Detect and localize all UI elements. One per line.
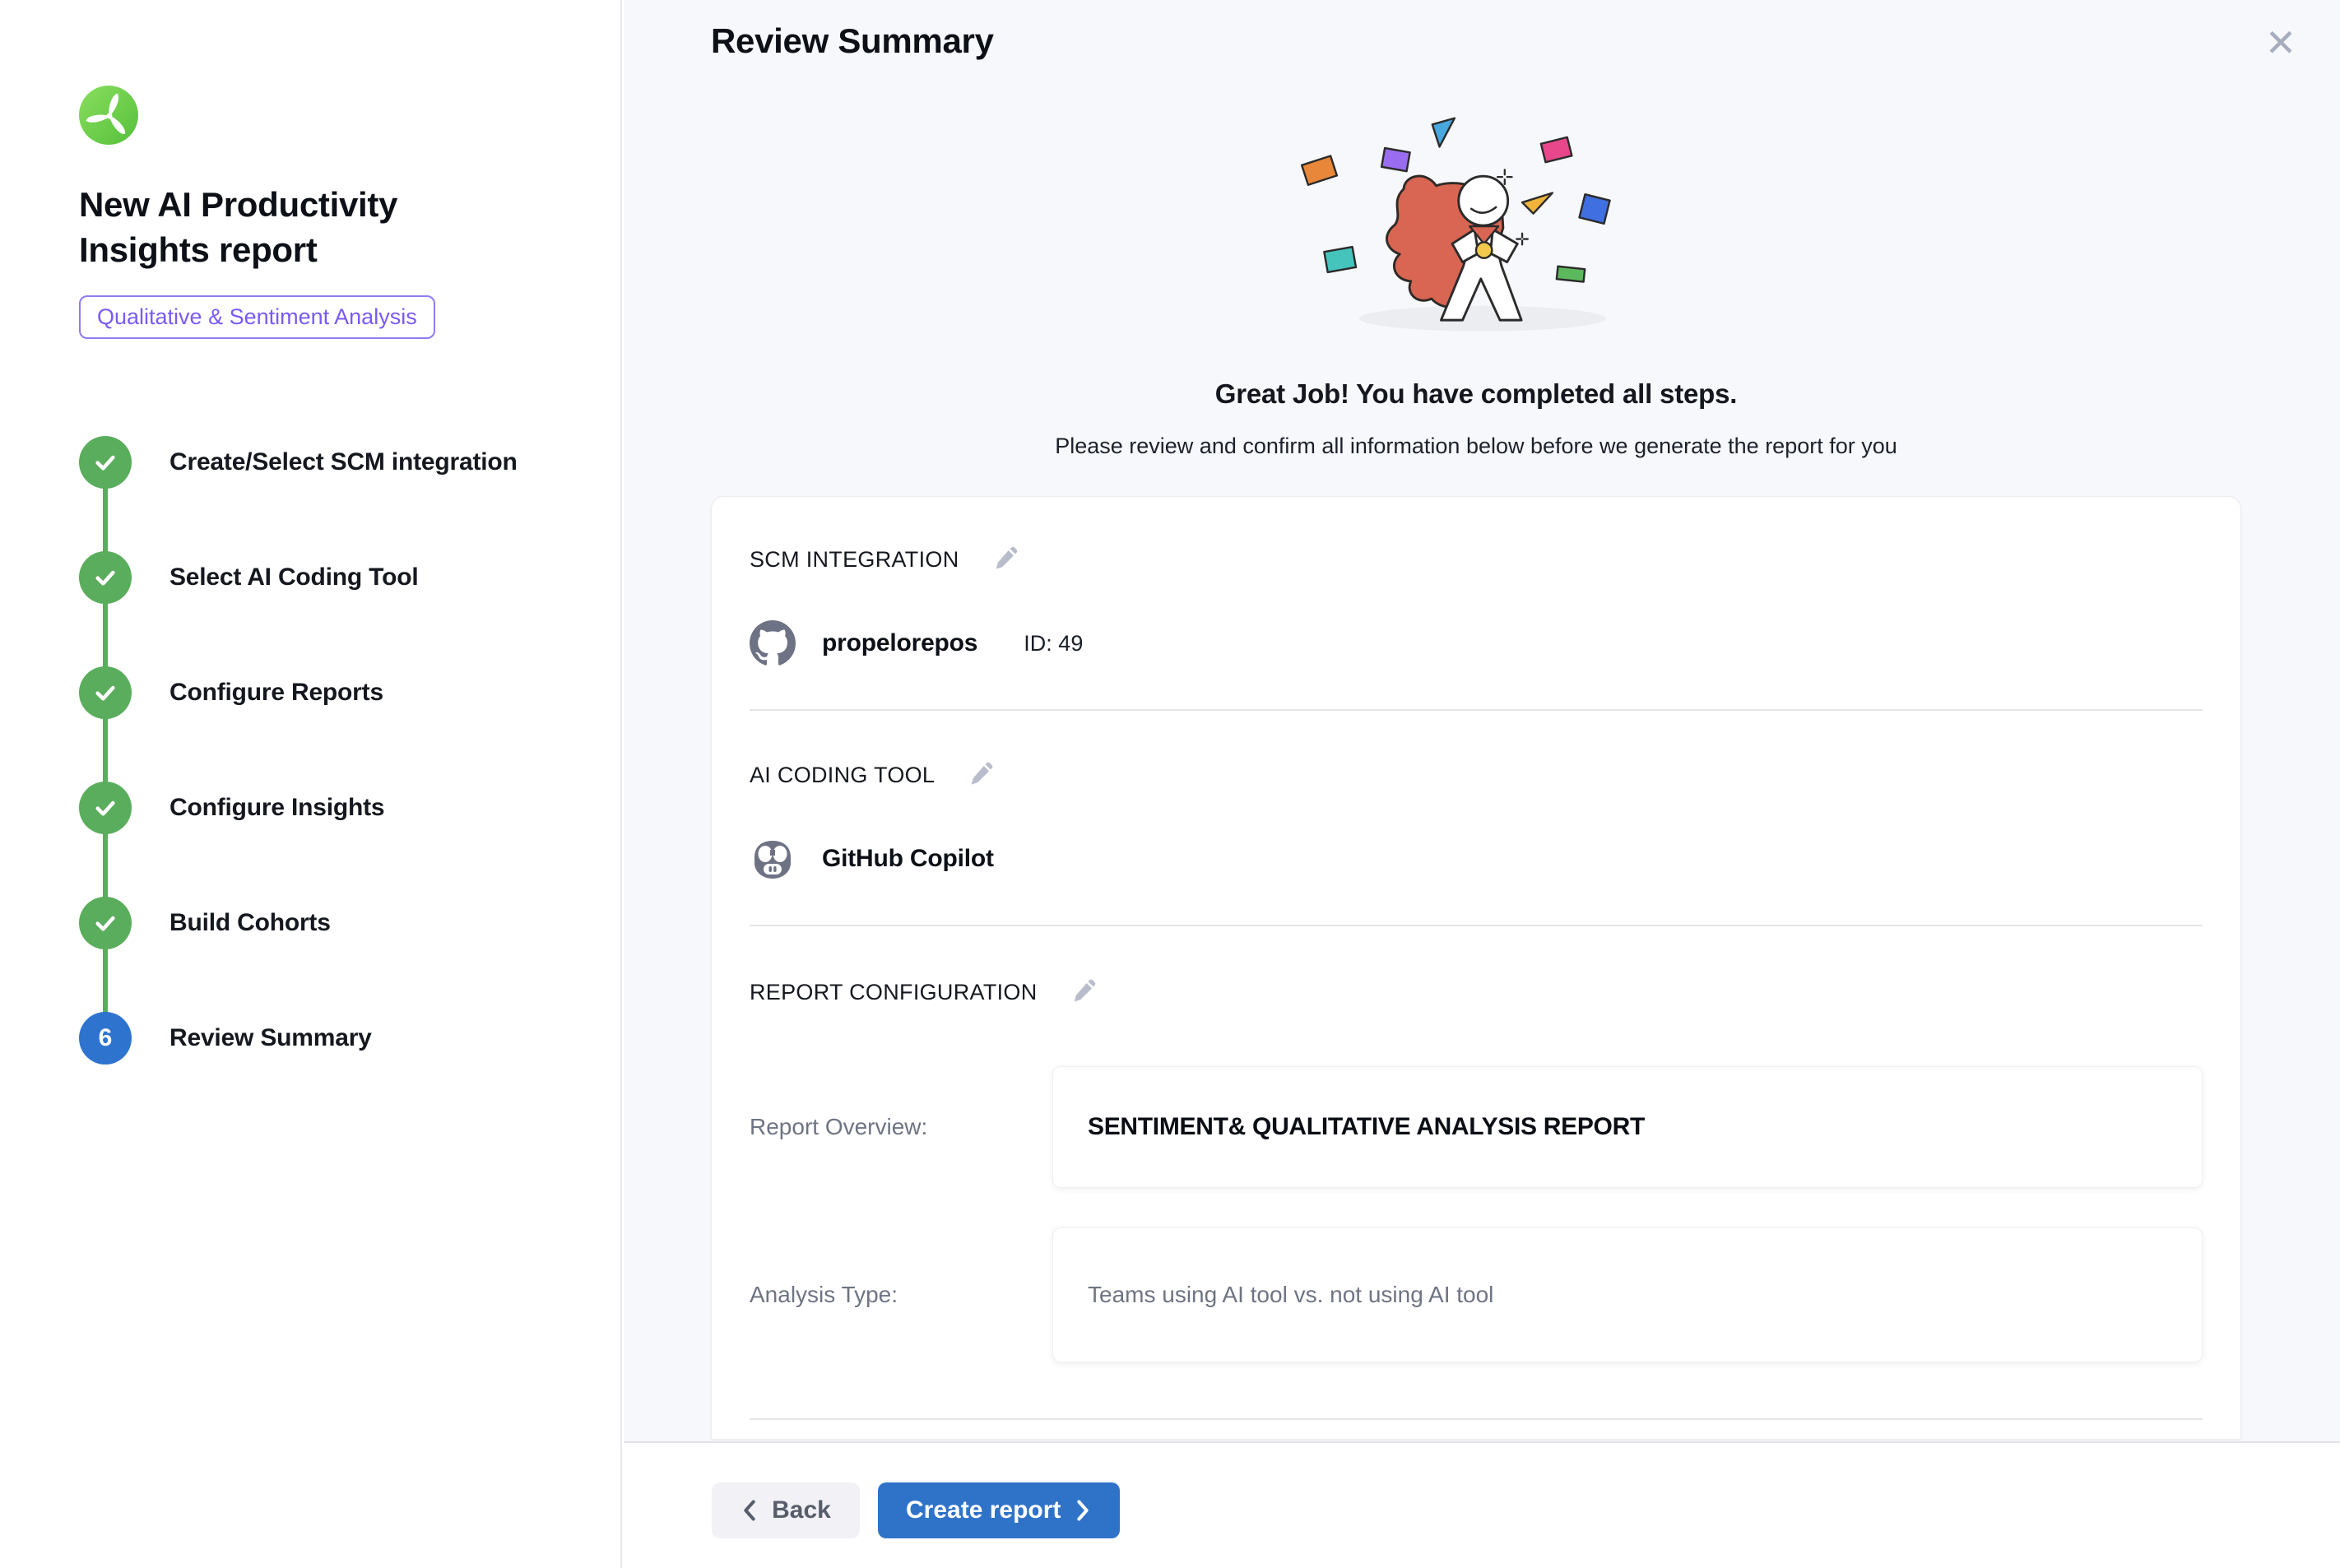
chevron-right-icon xyxy=(1074,1499,1092,1522)
page-title: Review Summary xyxy=(711,21,994,61)
propeller-logo xyxy=(79,86,138,145)
analysis-type-value-card: Teams using AI tool vs. not using AI too… xyxy=(1052,1227,2203,1362)
wizard-screen: New AI Productivity Insights report Qual… xyxy=(0,0,2340,1568)
ai-tool-section-header: AI CODING TOOL xyxy=(750,760,2203,790)
scm-integration-name: propelorepos xyxy=(822,629,977,657)
scm-integration-row: propelorepos ID: 49 xyxy=(750,620,2203,666)
wizard-title: New AI Productivity Insights report xyxy=(79,183,507,272)
report-config-section-header: REPORT CONFIGURATION xyxy=(750,977,2203,1007)
wizard-footer: Back Create report xyxy=(624,1441,2340,1568)
create-report-button[interactable]: Create report xyxy=(878,1482,1120,1538)
check-icon xyxy=(79,782,132,834)
step-review-summary[interactable]: 6 Review Summary xyxy=(79,981,571,1096)
section-divider xyxy=(750,1418,2203,1420)
step-build-cohorts[interactable]: Build Cohorts xyxy=(79,865,571,981)
github-copilot-icon xyxy=(750,836,796,882)
edit-pencil-icon[interactable] xyxy=(991,545,1019,573)
section-divider xyxy=(750,709,2203,711)
check-icon xyxy=(79,436,132,489)
scm-section-header: SCM INTEGRATION xyxy=(750,545,2203,574)
report-overview-label: Report Overview: xyxy=(750,1114,1052,1140)
check-icon xyxy=(79,551,132,604)
step-configure-reports[interactable]: Configure Reports xyxy=(79,635,571,750)
chevron-left-icon xyxy=(741,1499,759,1522)
back-button[interactable]: Back xyxy=(712,1482,860,1538)
ai-tool-name: GitHub Copilot xyxy=(822,845,994,873)
stepper: Create/Select SCM integration Select AI … xyxy=(79,405,571,1096)
report-overview-value: SENTIMENT& QUALITATIVE ANALYSIS REPORT xyxy=(1088,1113,1645,1141)
edit-pencil-icon[interactable] xyxy=(966,761,994,789)
ai-tool-section-label: AI CODING TOOL xyxy=(750,763,935,788)
step-ai-coding-tool[interactable]: Select AI Coding Tool xyxy=(79,520,571,635)
check-icon xyxy=(79,897,132,949)
congrats-heading: Great Job! You have completed all steps. xyxy=(711,378,2241,410)
celebration-hero-illustration xyxy=(711,109,2241,351)
report-overview-value-card: SENTIMENT& QUALITATIVE ANALYSIS REPORT xyxy=(1052,1066,2203,1188)
edit-pencil-icon[interactable] xyxy=(1069,978,1097,1006)
section-divider xyxy=(750,925,2203,926)
scm-section-label: SCM INTEGRATION xyxy=(750,547,959,573)
step-configure-insights[interactable]: Configure Insights xyxy=(79,750,571,865)
report-config-section-label: REPORT CONFIGURATION xyxy=(750,980,1038,1005)
analysis-type-label: Analysis Type: xyxy=(750,1282,1052,1308)
ai-tool-row: GitHub Copilot xyxy=(750,836,2203,882)
step-scm-integration[interactable]: Create/Select SCM integration xyxy=(79,405,571,520)
report-type-badge: Qualitative & Sentiment Analysis xyxy=(79,295,435,339)
summary-card: SCM INTEGRATION propelorepos ID: 49 AI C… xyxy=(711,496,2241,1440)
step-number-badge: 6 xyxy=(79,1012,132,1065)
review-hint: Please review and confirm all informatio… xyxy=(711,434,2241,459)
close-icon[interactable]: ✕ xyxy=(2258,20,2304,66)
analysis-type-row: Analysis Type: Teams using AI tool vs. n… xyxy=(750,1227,2203,1362)
analysis-type-value: Teams using AI tool vs. not using AI too… xyxy=(1088,1282,1493,1308)
review-summary-panel: Review Summary ✕ xyxy=(624,0,2340,1568)
scm-integration-id: ID: 49 xyxy=(1024,631,1083,656)
report-overview-row: Report Overview: SENTIMENT& QUALITATIVE … xyxy=(750,1066,2203,1188)
github-octocat-icon xyxy=(750,620,796,666)
check-icon xyxy=(79,666,132,719)
wizard-sidebar: New AI Productivity Insights report Qual… xyxy=(0,0,622,1568)
